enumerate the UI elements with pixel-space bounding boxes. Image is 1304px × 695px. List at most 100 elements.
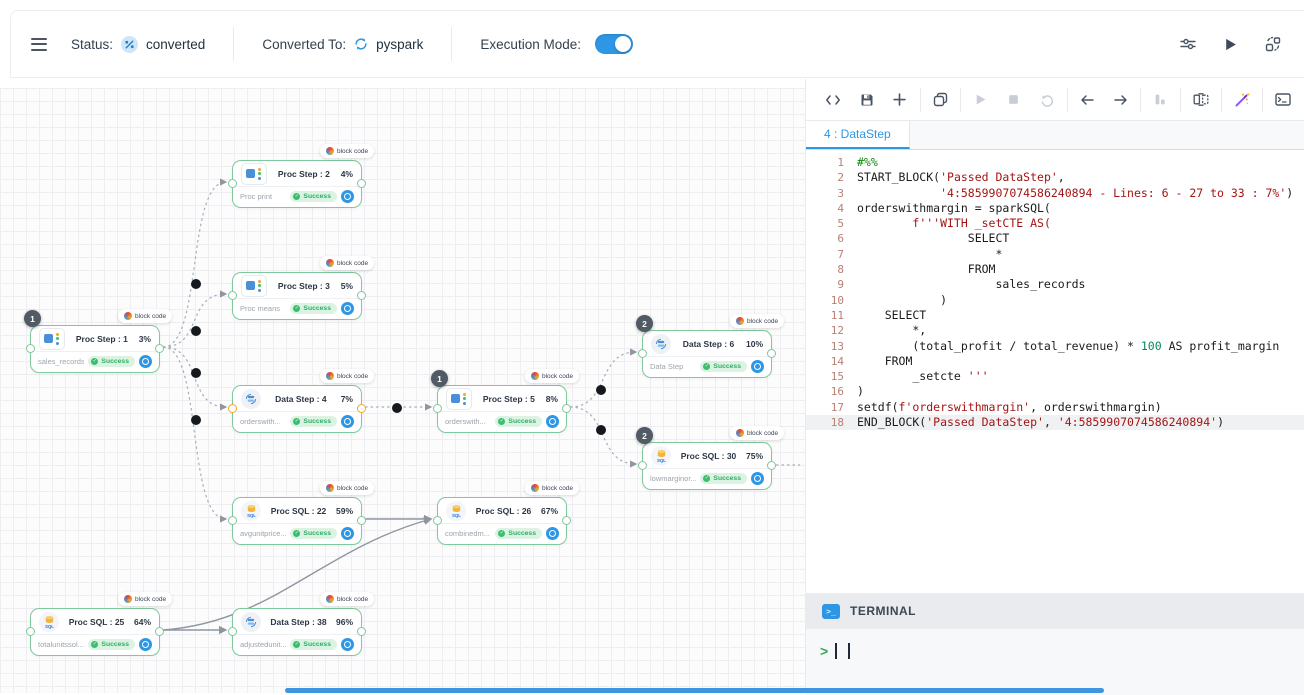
status-badge: Success [495,528,542,539]
node-action-button[interactable] [341,190,354,203]
block-code-chip[interactable]: block code [525,481,579,495]
input-port[interactable] [228,627,237,636]
line-number: 11 [806,308,857,323]
run-icon[interactable] [1223,37,1238,52]
status-badge: Success [290,639,337,650]
node-action-button[interactable] [139,355,152,368]
node-action-button[interactable] [139,638,152,651]
status-value: converted [146,37,205,52]
output-port[interactable] [562,404,571,413]
node-footer: sales_recordsSuccess [31,352,159,371]
block-code-chip[interactable]: block code [320,256,374,270]
hamburger-menu-icon[interactable] [31,38,47,51]
terminal-icon[interactable] [1275,91,1291,108]
block-code-icon [124,312,132,320]
input-port[interactable] [26,627,35,636]
input-port[interactable] [228,404,237,413]
arrow-left-icon[interactable] [1080,91,1095,108]
input-port[interactable] [433,404,442,413]
code-text: f'''WITH _setCTE AS( [857,216,1051,231]
magic-wand-icon[interactable] [1234,91,1250,108]
output-port[interactable] [357,516,366,525]
status-badge: Success [290,191,337,202]
flow-edge [570,352,636,407]
block-code-chip[interactable]: block code [118,592,172,606]
node-action-button[interactable] [546,415,559,428]
node-action-button[interactable] [341,527,354,540]
tab-datastep[interactable]: 4 : DataStep [806,121,910,149]
code-line: 15 _setcte ''' [806,369,1304,384]
node-action-button[interactable] [341,415,354,428]
layout-icon[interactable] [1264,35,1282,53]
copy-icon[interactable] [933,91,948,108]
output-port[interactable] [767,461,776,470]
output-port[interactable] [155,627,164,636]
node-action-button[interactable] [341,638,354,651]
block-code-chip[interactable]: block code [320,592,374,606]
flow-node-proc-step-2[interactable]: block codeProc Step : 24%Proc printSucce… [232,160,362,208]
run-icon[interactable] [973,91,988,108]
filters-icon[interactable] [1179,36,1197,52]
output-port[interactable] [562,516,571,525]
output-port[interactable] [155,344,164,353]
flow-node-proc-step-1[interactable]: 1block codeProc Step : 13%sales_recordsS… [30,325,160,373]
input-port[interactable] [433,516,442,525]
block-code-icon [326,259,334,267]
flow-node-data-step-6[interactable]: 2block codeData Step : 610%Data StepSucc… [642,330,772,378]
output-port[interactable] [357,179,366,188]
save-icon[interactable] [859,91,874,108]
node-percent: 8% [546,394,558,404]
flow-node-proc-step-3[interactable]: block codeProc Step : 35%Proc meansSucce… [232,272,362,320]
code-editor[interactable]: 1#%%2START_BLOCK('Passed DataStep',3 '4:… [806,150,1304,593]
terminal-header[interactable]: >_ TERMINAL [806,593,1304,629]
node-subtitle: Proc print [240,192,286,201]
chart-icon[interactable] [1153,91,1168,108]
node-action-button[interactable] [546,527,559,540]
node-action-button[interactable] [751,360,764,373]
line-number: 13 [806,339,857,354]
block-code-chip[interactable]: block code [320,369,374,383]
flow-node-proc-sql-26[interactable]: block codeSQLProc SQL : 2667%combinedm..… [437,497,567,545]
node-header: SQLProc SQL : 2564% [31,609,159,635]
check-icon [498,418,505,425]
block-code-chip[interactable]: block code [320,144,374,158]
input-port[interactable] [26,344,35,353]
arrow-right-icon[interactable] [1113,91,1128,108]
output-port[interactable] [767,349,776,358]
flow-node-proc-step-5[interactable]: 1block codeProc Step : 58%orderswith...S… [437,385,567,433]
editor-toolbar [806,79,1304,121]
undo-icon[interactable] [1039,91,1054,108]
block-code-icon [124,595,132,603]
node-action-button[interactable] [341,302,354,315]
input-port[interactable] [228,516,237,525]
flow-node-data-step-4[interactable]: block codeData Step : 47%orderswith...Su… [232,385,362,433]
stop-icon[interactable] [1006,91,1021,108]
flow-node-proc-sql-30[interactable]: 2block codeSQLProc SQL : 3075%lowmargino… [642,442,772,490]
block-code-chip[interactable]: block code [525,369,579,383]
horizontal-scrollbar[interactable] [285,688,1104,693]
output-port[interactable] [357,404,366,413]
output-port[interactable] [357,627,366,636]
input-port[interactable] [228,291,237,300]
block-code-chip[interactable]: block code [730,426,784,440]
node-percent: 59% [336,506,353,516]
code-icon[interactable] [825,91,841,108]
flow-node-proc-sql-25[interactable]: block codeSQLProc SQL : 2564%totalunitss… [30,608,160,656]
block-code-chip[interactable]: block code [730,314,784,328]
input-port[interactable] [638,461,647,470]
flow-node-proc-sql-22[interactable]: block codeSQLProc SQL : 2259%avgunitpric… [232,497,362,545]
execution-mode-label: Execution Mode: [480,37,581,52]
compare-icon[interactable] [1193,91,1209,108]
add-icon[interactable] [892,91,907,108]
output-port[interactable] [357,291,366,300]
terminal-body[interactable]: > [806,629,1304,695]
node-action-button[interactable] [751,472,764,485]
block-code-chip[interactable]: block code [320,481,374,495]
block-code-chip[interactable]: block code [118,309,172,323]
node-subtitle: Proc means [240,304,286,313]
execution-mode-toggle[interactable] [595,34,633,54]
flow-node-data-step-38[interactable]: block codeData Step : 3896%adjustedunit.… [232,608,362,656]
input-port[interactable] [638,349,647,358]
input-port[interactable] [228,179,237,188]
flow-canvas[interactable]: block codeProc Step : 24%Proc printSucce… [0,88,805,693]
